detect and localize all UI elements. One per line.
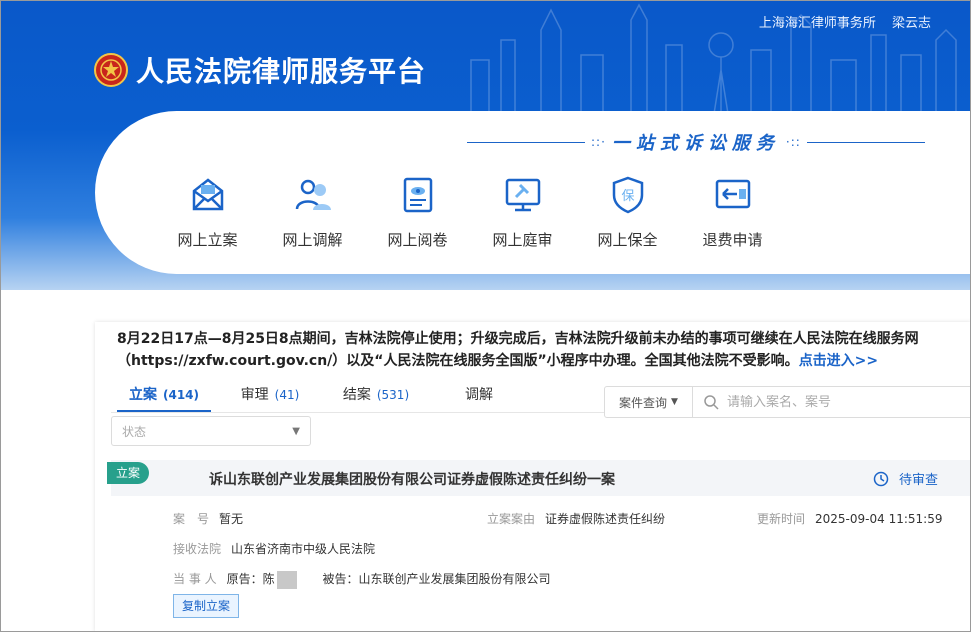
header-banner: 上海海汇律师事务所 梁云志 人民法院律师服务平台 ::· 一站式诉讼服务 ·:: <box>0 0 971 290</box>
slogan-dots-left: ::· <box>591 135 606 149</box>
status-placeholder: 状态 <box>122 424 147 439</box>
case-cause-label: 立案案由 <box>487 512 536 526</box>
parties-row: 当 事 人原告：陈 被告：山东联创产业发展集团股份有限公司 <box>173 570 551 589</box>
service-label: 网上阅卷 <box>387 231 448 249</box>
slogan-line-right <box>806 141 925 143</box>
refund-card-icon <box>715 179 750 209</box>
clock-icon <box>873 471 889 486</box>
service-online-dossier[interactable]: 网上阅卷 <box>365 175 470 250</box>
tab-label: 审理 <box>240 387 269 403</box>
slogan-line-left <box>467 141 585 143</box>
receiving-court-value: 山东省济南市中级人民法院 <box>231 542 376 556</box>
tab-label: 结案 <box>342 387 371 403</box>
gavel-screen-icon <box>505 178 540 212</box>
service-label: 网上调解 <box>282 231 343 249</box>
case-number-label: 案 号 <box>173 512 210 526</box>
case-search-box: 案件查询 ▼ <box>604 386 971 418</box>
case-tabs: 立案 (414) 审理 (41) 结案 (531) 调解 <box>111 384 535 412</box>
notice-banner: 8月22日17点—8月25日8点期间，吉林法院停止使用；升级完成后，吉林法院升级… <box>117 328 971 372</box>
shield-bao-icon: 保 <box>612 176 643 214</box>
slogan-bar: ::· 一站式诉讼服务 ·:: <box>467 129 925 155</box>
svg-text:保: 保 <box>621 189 634 204</box>
document-eye-icon <box>403 177 432 213</box>
service-row: 网上立案 网上调解 网上阅卷 网上庭审 保 网上保全 退费申请 <box>155 175 785 250</box>
case-number-value: 暂无 <box>219 512 244 526</box>
case-panel: 8月22日17点—8月25日8点期间，吉林法院停止使用；升级完成后，吉林法院升级… <box>95 322 971 632</box>
case-review-status: 待审查 <box>873 469 938 488</box>
notice-enter-link[interactable]: 点击进入>> <box>799 353 878 369</box>
service-online-mediation[interactable]: 网上调解 <box>260 175 365 250</box>
service-label: 网上庭审 <box>492 231 553 249</box>
case-number-row: 案 号暂无 <box>173 510 243 527</box>
case-card-header: 立案 诉山东联创产业发展集团股份有限公司证券虚假陈述责任纠纷一案 待审查 <box>107 460 971 496</box>
case-status-tag: 立案 <box>107 462 149 484</box>
tab-count: (531) <box>376 388 410 402</box>
tab-filing[interactable]: 立案 (414) <box>111 384 217 412</box>
brand[interactable]: 人民法院律师服务平台 <box>94 50 426 90</box>
tab-label: 立案 <box>128 387 157 403</box>
service-label: 网上保全 <box>597 231 658 249</box>
case-title[interactable]: 诉山东联创产业发展集团股份有限公司证券虚假陈述责任纠纷一案 <box>209 469 615 489</box>
case-cause-value: 证券虚假陈述责任纠纷 <box>545 512 666 526</box>
tab-mediation[interactable]: 调解 <box>429 384 535 412</box>
caret-down-icon: ▼ <box>292 425 300 437</box>
receiving-court-label: 接收法院 <box>173 542 222 556</box>
tab-count: (414) <box>162 388 200 402</box>
user-name-link[interactable]: 梁云志 <box>892 16 931 31</box>
people-icon <box>295 179 331 210</box>
copy-filing-button[interactable]: 复制立案 <box>173 594 239 618</box>
service-online-preservation[interactable]: 保 网上保全 <box>575 175 680 250</box>
slogan-text: 一站式诉讼服务 <box>611 133 780 154</box>
tab-trial[interactable]: 审理 (41) <box>217 384 323 412</box>
plaintiff-value: 陈 <box>262 572 275 586</box>
envelope-icon <box>192 178 223 211</box>
service-online-trial[interactable]: 网上庭审 <box>470 175 575 250</box>
status-filter-select[interactable]: 状态 ▼ <box>111 416 311 446</box>
review-status-text: 待审查 <box>899 473 939 488</box>
service-label: 网上立案 <box>177 231 238 249</box>
user-bar: 上海海汇律师事务所 梁云志 <box>747 12 931 31</box>
search-input[interactable] <box>727 394 967 410</box>
receiving-court-row: 接收法院 山东省济南市中级人民法院 <box>173 540 375 557</box>
redaction-mask <box>276 570 297 589</box>
query-type-dropdown[interactable]: 案件查询 ▼ <box>605 387 693 417</box>
slogan-dots-right: ·:: <box>785 135 801 149</box>
plaintiff-label: 原告： <box>226 572 263 586</box>
service-online-filing[interactable]: 网上立案 <box>155 175 260 250</box>
tab-closed[interactable]: 结案 (531) <box>323 384 429 412</box>
service-label: 退费申请 <box>702 231 763 249</box>
defendant-value: 山东联创产业发展集团股份有限公司 <box>358 572 551 586</box>
platform-title: 人民法院律师服务平台 <box>136 55 427 88</box>
caret-down-icon: ▼ <box>671 397 678 407</box>
org-name-link[interactable]: 上海海汇律师事务所 <box>759 16 876 31</box>
updated-time-row: 更新时间 2025-09-04 11:51:59 <box>757 510 942 527</box>
query-type-label: 案件查询 <box>619 395 668 410</box>
service-refund-application[interactable]: 退费申请 <box>680 175 785 250</box>
updated-time-value: 2025-09-04 11:51:59 <box>815 512 943 526</box>
national-emblem-icon <box>94 53 128 87</box>
case-cause-row: 立案案由 证券虚假陈述责任纠纷 <box>487 510 665 527</box>
parties-label: 当 事 人 <box>173 572 217 586</box>
defendant-label: 被告： <box>322 572 359 586</box>
case-card[interactable]: 立案 诉山东联创产业发展集团股份有限公司证券虚假陈述责任纠纷一案 待审查 案 号… <box>107 456 971 628</box>
service-card: ::· 一站式诉讼服务 ·:: 网上立案 网上调解 网上阅卷 网上庭审 保 网上… <box>95 111 971 274</box>
tab-count: (41) <box>274 388 300 402</box>
updated-time-label: 更新时间 <box>757 512 806 526</box>
search-icon[interactable] <box>703 394 719 410</box>
tab-label: 调解 <box>465 387 493 403</box>
